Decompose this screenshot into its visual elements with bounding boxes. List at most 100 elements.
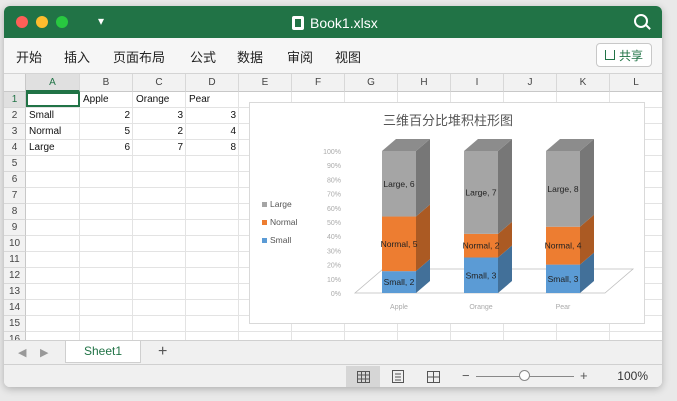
column-header-a[interactable]: A <box>26 74 80 92</box>
column-header-i[interactable]: I <box>451 74 504 92</box>
y-tick-label: 90% <box>327 163 341 170</box>
bar-side-large-orange <box>498 139 512 234</box>
minimize-window-button[interactable] <box>36 16 48 28</box>
row-header-12[interactable]: 12 <box>4 268 26 284</box>
excel-window: ▾ Book1.xlsx 开始 插入 页面布局 公式 数据 审阅 视图 共享 A… <box>4 6 662 387</box>
cell-d3[interactable]: 4 <box>186 124 239 139</box>
normal-view-button[interactable] <box>346 366 380 387</box>
cell-d2[interactable]: 3 <box>186 108 239 123</box>
row-header-4[interactable]: 4 <box>4 140 26 156</box>
x-category-label: Apple <box>390 304 408 311</box>
row-header-11[interactable]: 11 <box>4 252 26 268</box>
row-header-14[interactable]: 14 <box>4 300 26 316</box>
legend-label-normal: Normal <box>270 217 298 227</box>
cell-a2[interactable]: Small <box>26 108 80 123</box>
y-tick-label: 60% <box>327 206 341 213</box>
tab-review[interactable]: 审阅 <box>287 47 313 66</box>
column-header-h[interactable]: H <box>398 74 451 92</box>
normal-view-icon <box>356 370 370 383</box>
column-header-c[interactable]: C <box>133 74 186 92</box>
excel-file-icon <box>292 16 304 30</box>
sheet-tab-bar: ◀ ▶ Sheet1 + <box>4 340 662 364</box>
x-category-label: Orange <box>469 304 492 311</box>
zoom-level[interactable]: 100% <box>617 369 648 383</box>
row-header-9[interactable]: 9 <box>4 220 26 236</box>
column-header-f[interactable]: F <box>292 74 345 92</box>
column-header-e[interactable]: E <box>239 74 292 92</box>
cell-d1[interactable]: Pear <box>186 92 239 107</box>
row-header-13[interactable]: 13 <box>4 284 26 300</box>
row-header-8[interactable]: 8 <box>4 204 26 220</box>
row-header-10[interactable]: 10 <box>4 236 26 252</box>
cell-c4[interactable]: 7 <box>133 140 186 155</box>
column-header-k[interactable]: K <box>557 74 610 92</box>
window-title-group: Book1.xlsx <box>292 14 378 32</box>
cell-c3[interactable]: 2 <box>133 124 186 139</box>
tab-view[interactable]: 视图 <box>335 47 361 66</box>
chart-title: 三维百分比堆积柱形图 <box>383 114 513 129</box>
select-all-corner[interactable] <box>4 74 26 92</box>
tab-data[interactable]: 数据 <box>237 47 263 66</box>
close-window-button[interactable] <box>16 16 28 28</box>
tab-insert[interactable]: 插入 <box>64 47 90 66</box>
sheet-tab-sheet1[interactable]: Sheet1 <box>65 341 141 363</box>
y-tick-label: 50% <box>327 220 341 227</box>
tab-page-layout[interactable]: 页面布局 <box>113 47 165 66</box>
row-header-2[interactable]: 2 <box>4 108 26 124</box>
y-tick-label: 20% <box>327 263 341 270</box>
cell-b2[interactable]: 2 <box>80 108 133 123</box>
column-header-d[interactable]: D <box>186 74 239 92</box>
cell-c2[interactable]: 3 <box>133 108 186 123</box>
page-break-view-button[interactable] <box>416 366 450 387</box>
row-header-6[interactable]: 6 <box>4 172 26 188</box>
row-header-1[interactable]: 1 <box>4 92 26 108</box>
y-tick-label: 10% <box>327 277 341 284</box>
quick-access-dropdown-icon[interactable]: ▾ <box>98 14 104 28</box>
share-icon <box>604 50 615 60</box>
y-tick-label: 70% <box>327 192 341 199</box>
column-header-b[interactable]: B <box>80 74 133 92</box>
cell-b4[interactable]: 6 <box>80 140 133 155</box>
cell-d4[interactable]: 8 <box>186 140 239 155</box>
legend-swatch-normal <box>262 220 267 225</box>
column-header-l[interactable]: L <box>610 74 662 92</box>
share-button[interactable]: 共享 <box>596 43 652 67</box>
worksheet-grid[interactable]: ABCDEFGHIJKL12345678910111213141516Apple… <box>4 74 662 348</box>
cell-a3[interactable]: Normal <box>26 124 80 139</box>
chart-object[interactable]: 三维百分比堆积柱形图 0% 10% 20% 30% 40% 50% 60% 70% 80% 90% 1… <box>249 102 645 324</box>
title-bar: ▾ Book1.xlsx <box>4 6 662 38</box>
ribbon-tabs: 开始 插入 页面布局 公式 数据 审阅 视图 共享 <box>4 38 662 74</box>
cell-b3[interactable]: 5 <box>80 124 133 139</box>
tab-formulas[interactable]: 公式 <box>190 47 216 66</box>
active-cell-a1[interactable] <box>26 92 80 107</box>
status-bar: − + 100% <box>4 364 662 387</box>
zoom-window-button[interactable] <box>56 16 68 28</box>
legend-label-large: Large <box>270 199 292 209</box>
data-label: Normal, 4 <box>545 241 582 251</box>
x-category-label: Pear <box>556 304 571 311</box>
cell-b1[interactable]: Apple <box>80 92 133 107</box>
column-header-g[interactable]: G <box>345 74 398 92</box>
cell-c1[interactable]: Orange <box>133 92 186 107</box>
page-layout-view-button[interactable] <box>381 366 415 387</box>
row-header-7[interactable]: 7 <box>4 188 26 204</box>
row-header-5[interactable]: 5 <box>4 156 26 172</box>
prev-sheet-icon[interactable]: ◀ <box>18 346 26 359</box>
column-header-j[interactable]: J <box>504 74 557 92</box>
data-label: Large, 7 <box>465 187 496 197</box>
share-label: 共享 <box>618 48 643 63</box>
next-sheet-icon[interactable]: ▶ <box>40 346 48 359</box>
row-header-15[interactable]: 15 <box>4 316 26 332</box>
zoom-slider-thumb[interactable] <box>519 370 530 381</box>
legend-label-small: Small <box>270 235 291 245</box>
add-sheet-icon[interactable]: + <box>158 343 167 361</box>
zoom-out-icon[interactable]: − <box>462 368 470 383</box>
chart-svg: 三维百分比堆积柱形图 0% 10% 20% 30% 40% 50% 60% 70% 80% 90% 1… <box>262 114 635 311</box>
cell-a4[interactable]: Large <box>26 140 80 155</box>
y-tick-label: 80% <box>327 177 341 184</box>
row-header-3[interactable]: 3 <box>4 124 26 140</box>
data-label: Small, 2 <box>384 277 415 287</box>
tab-home[interactable]: 开始 <box>16 47 42 66</box>
zoom-in-icon[interactable]: + <box>580 368 588 383</box>
search-icon[interactable] <box>634 14 648 28</box>
